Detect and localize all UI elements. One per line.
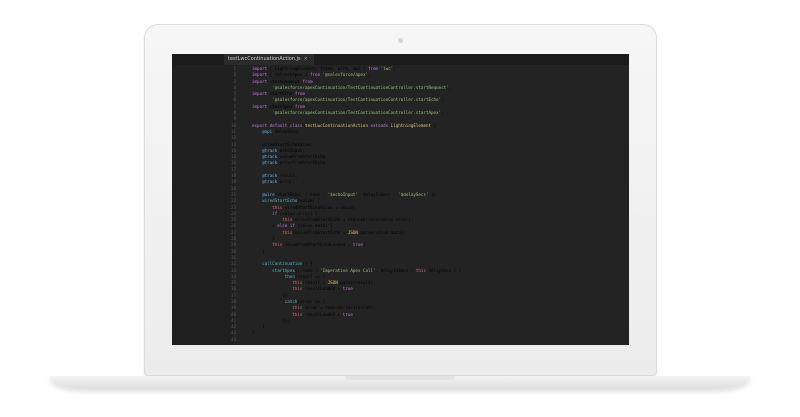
code-token: @track bbox=[252, 160, 278, 166]
code-token: { bbox=[431, 122, 437, 128]
code-token: 'Imperative Apex Call' bbox=[320, 267, 376, 273]
code-token: errorFromStartEcho; bbox=[277, 160, 328, 166]
tab-title: testLwcContinuationAction.js bbox=[228, 56, 301, 62]
code-token: true bbox=[342, 286, 353, 292]
code-token: testLwcContinuationAction bbox=[302, 122, 368, 128]
code-token: '@salesforce/apex' bbox=[320, 72, 368, 78]
code-token: ; bbox=[352, 311, 356, 317]
code-token: delaySecs; bbox=[272, 128, 300, 134]
code-token: true bbox=[352, 242, 363, 248]
code-token: .valueFromStartEchoLoaded = bbox=[282, 242, 353, 248]
code-token: extends bbox=[367, 122, 389, 128]
code-token: }) bbox=[428, 191, 437, 197]
code-token: ; bbox=[362, 242, 366, 248]
code-line: 44 bbox=[222, 337, 625, 343]
code-token: LightningElement bbox=[388, 122, 432, 128]
close-icon[interactable]: × bbox=[304, 54, 308, 65]
code-token: .resultLoaded = bbox=[302, 286, 343, 292]
line-number: 44 bbox=[230, 336, 236, 342]
code-token: error; bbox=[277, 179, 295, 185]
code-token: } bbox=[252, 248, 265, 254]
code-token: 'lwc' bbox=[378, 66, 394, 71]
code-token: .parse(value.data); bbox=[357, 229, 406, 235]
code-token: '$echoInput' bbox=[327, 191, 358, 197]
code-token: ; bbox=[441, 110, 444, 116]
webcam-icon bbox=[398, 38, 403, 43]
code-token: , delayInSecs : bbox=[375, 267, 416, 273]
code-token: } bbox=[252, 330, 255, 336]
code-area[interactable]: 1 import { LightningElement, track, wire,… bbox=[222, 66, 625, 345]
code-token: this bbox=[415, 267, 426, 273]
editor-tab[interactable]: testLwcContinuationAction.js × bbox=[224, 54, 314, 65]
code-token: @api bbox=[252, 128, 273, 134]
code-editor-screen: testLwcContinuationAction.js × 1 import {… bbox=[172, 54, 629, 345]
code-token: ; bbox=[368, 72, 371, 78]
code-token: ; bbox=[393, 66, 396, 71]
code-token: '$delaySecs' bbox=[398, 191, 429, 197]
code-token: true bbox=[342, 311, 353, 317]
code-token: ; bbox=[352, 286, 356, 292]
code-token: @track bbox=[252, 179, 278, 185]
code-token: ; bbox=[441, 97, 444, 103]
code-token: '@salesforce/apexContinuation/TestContin… bbox=[252, 110, 442, 116]
laptop-base-notch bbox=[345, 376, 455, 380]
code-token: .resultLoaded = bbox=[302, 311, 343, 317]
editor-tab-bar: testLwcContinuationAction.js × bbox=[172, 54, 629, 65]
code-token: , delayInSecs : bbox=[357, 191, 399, 197]
code-token: .delaySecs } ) bbox=[425, 267, 462, 273]
code-token: .valueFromStartEcho = bbox=[292, 229, 348, 235]
code-token: JSON bbox=[347, 229, 358, 235]
code-token: ; bbox=[448, 84, 452, 90]
